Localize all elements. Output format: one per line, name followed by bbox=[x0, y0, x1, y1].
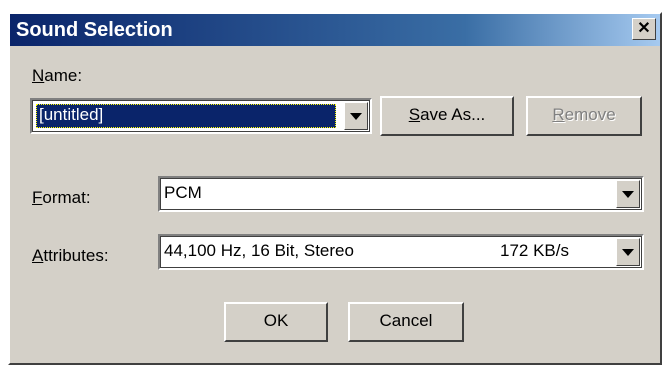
attributes-label: Attributes: bbox=[32, 246, 109, 266]
chevron-down-icon bbox=[350, 113, 362, 120]
name-label-accelerator: N bbox=[32, 66, 45, 85]
chevron-down-icon bbox=[622, 249, 634, 256]
title-bar[interactable]: Sound Selection ✕ bbox=[10, 14, 660, 46]
format-label-accelerator: F bbox=[32, 188, 43, 207]
name-label-rest: ame: bbox=[44, 66, 83, 85]
attributes-label-rest: ttributes: bbox=[43, 246, 109, 265]
sound-selection-dialog: Sound Selection ✕ Name: [untitled] Save … bbox=[8, 12, 662, 365]
name-dropdown-button[interactable] bbox=[344, 102, 368, 130]
ok-button[interactable]: OK bbox=[224, 302, 328, 342]
format-dropdown-button[interactable] bbox=[616, 180, 640, 208]
attributes-rate: 172 KB/s bbox=[500, 241, 569, 260]
remove-button[interactable]: Remove bbox=[526, 96, 642, 136]
cancel-label: Cancel bbox=[379, 311, 433, 330]
name-value: [untitled] bbox=[36, 104, 336, 128]
attributes-value: 44,100 Hz, 16 Bit, Stereo bbox=[164, 241, 354, 260]
format-label-rest: ormat: bbox=[42, 188, 91, 207]
name-combobox[interactable]: [untitled] bbox=[30, 98, 372, 134]
format-value: PCM bbox=[164, 183, 202, 202]
attributes-combobox[interactable]: 44,100 Hz, 16 Bit, Stereo 172 KB/s bbox=[158, 234, 644, 270]
dialog-title: Sound Selection bbox=[16, 19, 173, 41]
format-combobox[interactable]: PCM bbox=[158, 176, 644, 212]
attributes-dropdown-button[interactable] bbox=[616, 238, 640, 266]
save-as-button[interactable]: Save As... bbox=[380, 96, 514, 136]
save-as-accelerator: S bbox=[408, 105, 421, 124]
attributes-label-accelerator: A bbox=[32, 246, 44, 265]
format-label: Format: bbox=[32, 188, 91, 208]
remove-label: emove bbox=[564, 105, 616, 124]
close-button[interactable]: ✕ bbox=[632, 18, 656, 40]
close-icon: ✕ bbox=[637, 20, 651, 37]
name-label: Name: bbox=[32, 66, 82, 86]
ok-label: OK bbox=[263, 311, 289, 330]
remove-accelerator: R bbox=[552, 105, 565, 124]
chevron-down-icon bbox=[622, 191, 634, 198]
save-as-label: ave As... bbox=[420, 105, 486, 124]
cancel-button[interactable]: Cancel bbox=[348, 302, 464, 342]
